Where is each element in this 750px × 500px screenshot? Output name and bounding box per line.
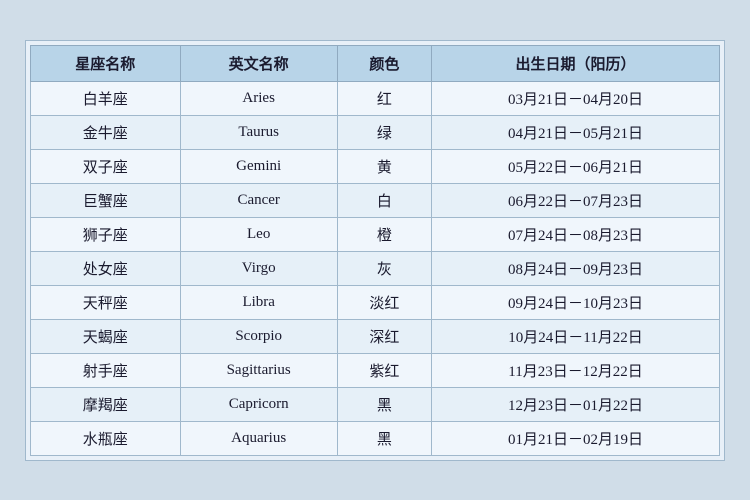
table-cell-r0-c0: 白羊座 [31, 81, 181, 115]
table-cell-r1-c2: 绿 [337, 115, 431, 149]
table-cell-r6-c3: 09月24日－10月23日 [431, 285, 719, 319]
table-cell-r9-c1: Capricorn [180, 387, 337, 421]
table-row: 白羊座Aries红03月21日－04月20日 [31, 81, 720, 115]
table-cell-r4-c3: 07月24日－08月23日 [431, 217, 719, 251]
table-cell-r0-c1: Aries [180, 81, 337, 115]
table-cell-r6-c2: 淡红 [337, 285, 431, 319]
table-cell-r10-c1: Aquarius [180, 421, 337, 455]
table-cell-r1-c0: 金牛座 [31, 115, 181, 149]
table-row: 天秤座Libra淡红09月24日－10月23日 [31, 285, 720, 319]
table-row: 金牛座Taurus绿04月21日－05月21日 [31, 115, 720, 149]
table-row: 射手座Sagittarius紫红11月23日－12月22日 [31, 353, 720, 387]
table-cell-r2-c2: 黄 [337, 149, 431, 183]
table-cell-r5-c3: 08月24日－09月23日 [431, 251, 719, 285]
table-cell-r7-c2: 深红 [337, 319, 431, 353]
table-cell-r4-c1: Leo [180, 217, 337, 251]
table-cell-r3-c0: 巨蟹座 [31, 183, 181, 217]
table-row: 天蝎座Scorpio深红10月24日－11月22日 [31, 319, 720, 353]
zodiac-table: 星座名称英文名称颜色出生日期（阳历） 白羊座Aries红03月21日－04月20… [30, 45, 720, 456]
table-cell-r10-c3: 01月21日－02月19日 [431, 421, 719, 455]
table-header-cell: 英文名称 [180, 45, 337, 81]
table-cell-r0-c3: 03月21日－04月20日 [431, 81, 719, 115]
table-cell-r3-c2: 白 [337, 183, 431, 217]
table-row: 水瓶座Aquarius黑01月21日－02月19日 [31, 421, 720, 455]
table-row: 巨蟹座Cancer白06月22日－07月23日 [31, 183, 720, 217]
table-cell-r8-c1: Sagittarius [180, 353, 337, 387]
table-cell-r3-c1: Cancer [180, 183, 337, 217]
table-body: 白羊座Aries红03月21日－04月20日金牛座Taurus绿04月21日－0… [31, 81, 720, 455]
table-cell-r8-c2: 紫红 [337, 353, 431, 387]
table-cell-r5-c2: 灰 [337, 251, 431, 285]
table-cell-r7-c3: 10月24日－11月22日 [431, 319, 719, 353]
table-header-row: 星座名称英文名称颜色出生日期（阳历） [31, 45, 720, 81]
table-cell-r8-c0: 射手座 [31, 353, 181, 387]
table-header-cell: 颜色 [337, 45, 431, 81]
table-cell-r9-c0: 摩羯座 [31, 387, 181, 421]
table-cell-r0-c2: 红 [337, 81, 431, 115]
zodiac-table-container: 星座名称英文名称颜色出生日期（阳历） 白羊座Aries红03月21日－04月20… [25, 40, 725, 461]
table-cell-r1-c1: Taurus [180, 115, 337, 149]
table-cell-r4-c0: 狮子座 [31, 217, 181, 251]
table-cell-r6-c0: 天秤座 [31, 285, 181, 319]
table-cell-r2-c1: Gemini [180, 149, 337, 183]
table-row: 摩羯座Capricorn黑12月23日－01月22日 [31, 387, 720, 421]
table-cell-r10-c0: 水瓶座 [31, 421, 181, 455]
table-cell-r3-c3: 06月22日－07月23日 [431, 183, 719, 217]
table-row: 双子座Gemini黄05月22日－06月21日 [31, 149, 720, 183]
table-cell-r5-c0: 处女座 [31, 251, 181, 285]
table-row: 处女座Virgo灰08月24日－09月23日 [31, 251, 720, 285]
table-cell-r1-c3: 04月21日－05月21日 [431, 115, 719, 149]
table-cell-r7-c1: Scorpio [180, 319, 337, 353]
table-cell-r6-c1: Libra [180, 285, 337, 319]
table-cell-r9-c3: 12月23日－01月22日 [431, 387, 719, 421]
table-cell-r8-c3: 11月23日－12月22日 [431, 353, 719, 387]
table-header-cell: 星座名称 [31, 45, 181, 81]
table-row: 狮子座Leo橙07月24日－08月23日 [31, 217, 720, 251]
table-cell-r5-c1: Virgo [180, 251, 337, 285]
table-cell-r2-c3: 05月22日－06月21日 [431, 149, 719, 183]
table-cell-r7-c0: 天蝎座 [31, 319, 181, 353]
table-cell-r10-c2: 黑 [337, 421, 431, 455]
table-header-cell: 出生日期（阳历） [431, 45, 719, 81]
table-cell-r2-c0: 双子座 [31, 149, 181, 183]
table-cell-r4-c2: 橙 [337, 217, 431, 251]
table-cell-r9-c2: 黑 [337, 387, 431, 421]
